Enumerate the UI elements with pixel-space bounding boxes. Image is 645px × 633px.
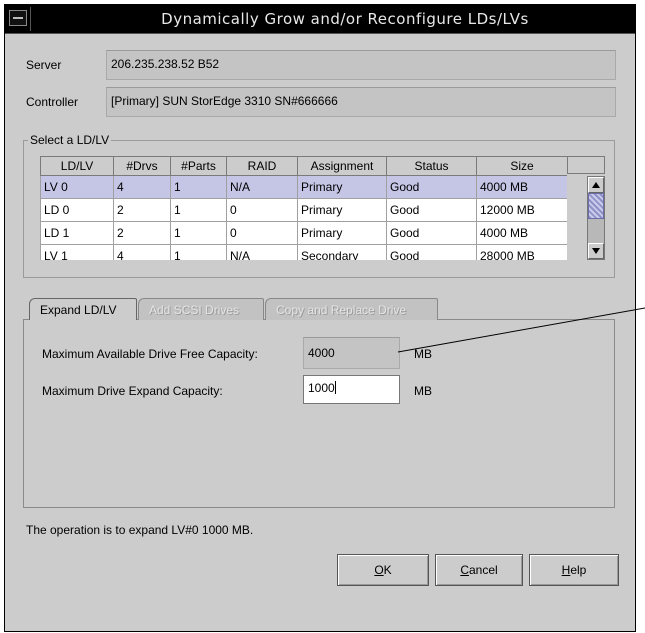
table-cell: 4 [113, 244, 171, 260]
table-cell: 1 [170, 198, 227, 222]
table-cell: 1 [170, 221, 227, 245]
server-label: Server [26, 58, 62, 72]
table-cell: N/A [226, 175, 298, 199]
table-cell: Primary [297, 198, 387, 222]
ld-lv-grid[interactable]: LD/LV #Drvs #Parts RAID Assignment Status Size… [40, 156, 568, 260]
max-free-capacity-unit: MB [414, 347, 432, 361]
ok-mnemonic: O [374, 563, 384, 577]
ok-button[interactable]: OK [337, 554, 429, 586]
table-cell: Good [386, 198, 477, 222]
table-cell: LD 1 [40, 221, 114, 245]
tab-expand-ld-lv[interactable]: Expand LD/LV [29, 298, 137, 320]
column-header[interactable]: Size [476, 156, 568, 176]
tab-copy-and-replace-drive[interactable]: Copy and Replace Drive [265, 298, 438, 320]
table-cell: 12000 MB [476, 198, 568, 222]
ok-label-rest: K [383, 563, 392, 577]
table-cell: Good [386, 175, 477, 199]
table-row[interactable]: LV 0 4 1 N/A Primary Good 4000 MB [40, 175, 568, 199]
table-cell: 4000 MB [476, 221, 568, 245]
controller-label: Controller [26, 95, 79, 109]
table-cell: Primary [297, 175, 387, 199]
window-title: Dynamically Grow and/or Reconfigure LDs/… [161, 10, 529, 28]
column-header[interactable]: LD/LV [40, 156, 114, 176]
column-header[interactable]: Status [386, 156, 477, 176]
tab-add-scsi-drives[interactable]: Add SCSI Drives [138, 298, 264, 320]
table-cell: N/A [226, 244, 298, 260]
table-cell: Secondary [297, 244, 387, 260]
max-expand-capacity-label: Maximum Drive Expand Capacity: [42, 384, 223, 398]
table-cell: 2 [113, 198, 171, 222]
table-header-filler [567, 156, 605, 174]
column-header[interactable]: Assignment [297, 156, 387, 176]
arrow-down-icon [592, 248, 600, 254]
max-free-capacity-field: 4000 [303, 337, 400, 369]
cancel-button[interactable]: Cancel [435, 554, 523, 586]
server-field: 206.235.238.52 B52 [106, 50, 616, 80]
table-cell: 0 [226, 198, 298, 222]
max-free-capacity-label: Maximum Available Drive Free Capacity: [42, 347, 258, 361]
window-menu-icon[interactable] [9, 10, 27, 26]
titlebar-separator [30, 7, 31, 31]
table-row[interactable]: LD 1 2 1 0 Primary Good 4000 MB [40, 221, 568, 245]
table-cell: LV 1 [40, 244, 114, 260]
ld-lv-table[interactable]: LD/LV #Drvs #Parts RAID Assignment Status Size… [40, 156, 605, 260]
help-label-rest: elp [570, 563, 587, 577]
select-ld-lv-title: Select a LD/LV [28, 133, 112, 147]
table-cell: Primary [297, 221, 387, 245]
scroll-up-button[interactable] [588, 177, 604, 193]
column-header[interactable]: #Parts [170, 156, 227, 176]
table-cell: Good [386, 221, 477, 245]
table-cell: 0 [226, 221, 298, 245]
cancel-label-rest: ancel [468, 563, 498, 577]
text-cursor [334, 381, 336, 394]
arrow-up-icon [592, 182, 600, 188]
table-cell: LV 0 [40, 175, 114, 199]
help-button[interactable]: Help [529, 554, 619, 586]
table-cell: 4000 MB [476, 175, 568, 199]
cancel-mnemonic: C [460, 563, 469, 577]
table-cell: 2 [113, 221, 171, 245]
max-expand-capacity-value: 1000 [308, 381, 335, 395]
table-cell: 28000 MB [476, 244, 568, 260]
scroll-thumb[interactable] [588, 193, 604, 219]
table-cell: 1 [170, 244, 227, 260]
table-cell: 1 [170, 175, 227, 199]
max-expand-capacity-input[interactable]: 1000 [303, 375, 400, 404]
max-expand-capacity-unit: MB [414, 384, 432, 398]
controller-field: [Primary] SUN StorEdge 3310 SN#666666 [106, 87, 616, 117]
table-vertical-scrollbar[interactable] [587, 176, 605, 260]
table-cell: 4 [113, 175, 171, 199]
title-bar[interactable]: Dynamically Grow and/or Reconfigure LDs/… [5, 5, 635, 34]
table-header-row: LD/LV #Drvs #Parts RAID Assignment Status Size [40, 156, 568, 176]
table-row[interactable]: LV 1 4 1 N/A Secondary Good 28000 MB [40, 244, 568, 260]
scroll-down-button[interactable] [588, 243, 604, 259]
status-message: The operation is to expand LV#0 1000 MB. [26, 523, 254, 537]
column-header[interactable]: RAID [226, 156, 298, 176]
table-row[interactable]: LD 0 2 1 0 Primary Good 12000 MB [40, 198, 568, 222]
column-header[interactable]: #Drvs [113, 156, 171, 176]
table-cell: LD 0 [40, 198, 114, 222]
table-cell: Good [386, 244, 477, 260]
